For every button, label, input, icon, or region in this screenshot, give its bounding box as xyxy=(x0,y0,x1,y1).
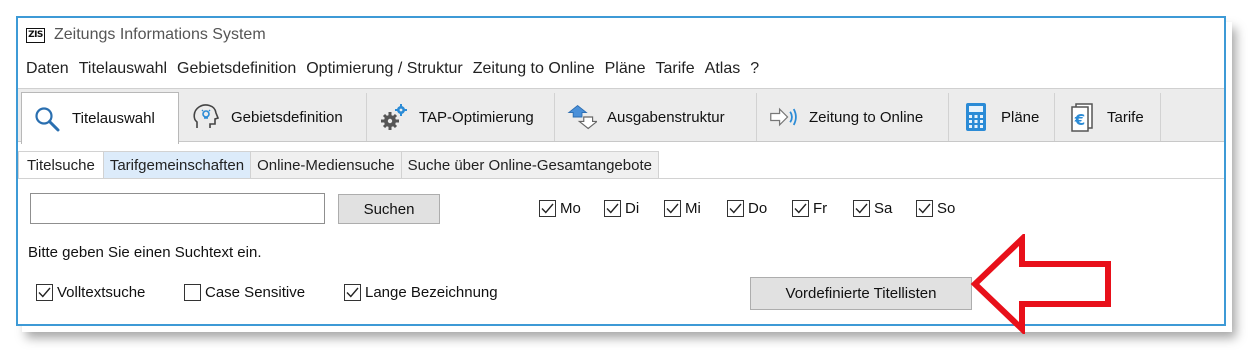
tab-ausgabenstruktur[interactable]: Ausgabenstruktur xyxy=(557,93,757,141)
day-label: Mo xyxy=(560,200,581,217)
svg-text:€: € xyxy=(1074,111,1085,129)
day-checkbox-do[interactable]: Do xyxy=(727,200,767,217)
day-label: Di xyxy=(625,200,640,217)
menu-atlas[interactable]: Atlas xyxy=(705,60,741,78)
checkmark-icon xyxy=(604,200,621,217)
tab-label: TAP-Optimierung xyxy=(419,108,534,126)
empty-checkbox xyxy=(184,284,201,301)
option-volltextsuche[interactable]: Volltextsuche xyxy=(36,284,145,301)
checkmark-icon xyxy=(916,200,933,217)
menu-gebietsdefinition[interactable]: Gebietsdefinition xyxy=(177,60,296,78)
tab-label: Tarife xyxy=(1107,108,1144,126)
menu-plaene[interactable]: Pläne xyxy=(605,60,646,78)
content-divider xyxy=(18,178,1224,179)
menu-bar: Daten Titelauswahl Gebietsdefinition Opt… xyxy=(18,56,1224,82)
tab-zeitung-to-online[interactable]: Zeitung to Online xyxy=(759,93,949,141)
day-checkbox-so[interactable]: So xyxy=(916,200,955,217)
gears-icon xyxy=(379,102,409,132)
checkmark-icon xyxy=(792,200,809,217)
option-label: Case Sensitive xyxy=(205,284,306,301)
tab-label: Ausgabenstruktur xyxy=(607,108,725,126)
structure-arrows-icon xyxy=(567,102,597,132)
tab-gebietsdefinition[interactable]: Gebietsdefinition xyxy=(181,93,367,141)
sub-tab-bar: Titelsuche Tarifgemeinschaften Online-Me… xyxy=(18,151,659,179)
menu-help[interactable]: ? xyxy=(750,60,759,78)
checkmark-icon xyxy=(539,200,556,217)
search-input[interactable] xyxy=(30,193,325,224)
search-hint: Bitte geben Sie einen Suchtext ein. xyxy=(28,244,262,261)
main-toolbar: Titelauswahl Gebietsdefinition TAP-Optim… xyxy=(18,88,1224,144)
option-case-sensitive[interactable]: Case Sensitive xyxy=(184,284,305,301)
calculator-icon xyxy=(961,102,991,132)
tab-label: Gebietsdefinition xyxy=(231,108,343,126)
subtab-online-gesamtangebote[interactable]: Suche über Online-Gesamtangebote xyxy=(401,151,659,179)
checkmark-icon xyxy=(36,284,53,301)
tab-label: Zeitung to Online xyxy=(809,108,924,126)
red-arrow-annotation xyxy=(970,234,1111,334)
subtab-online-mediensuche[interactable]: Online-Mediensuche xyxy=(251,151,402,179)
day-checkbox-fr[interactable]: Fr xyxy=(792,200,827,217)
tab-tap-optimierung[interactable]: TAP-Optimierung xyxy=(369,93,555,141)
arrow-signal-icon xyxy=(769,102,799,132)
checkmark-icon xyxy=(664,200,681,217)
menu-zeitung-to-online[interactable]: Zeitung to Online xyxy=(473,60,595,78)
menu-titelauswahl[interactable]: Titelauswahl xyxy=(79,60,167,78)
euro-icon: € xyxy=(1067,102,1097,132)
day-label: Mi xyxy=(685,200,701,217)
tab-plaene[interactable]: Pläne xyxy=(951,93,1055,141)
day-checkbox-di[interactable]: Di xyxy=(604,200,639,217)
predefined-title-lists-button[interactable]: Vordefinierte Titellisten xyxy=(750,277,972,310)
title-bar: ZIS Zeitungs Informations System xyxy=(18,18,1224,52)
checkmark-icon xyxy=(853,200,870,217)
subtab-tarifgemeinschaften[interactable]: Tarifgemeinschaften xyxy=(103,151,252,179)
day-label: Sa xyxy=(874,200,893,217)
search-button[interactable]: Suchen xyxy=(338,194,440,224)
menu-optimierung-struktur[interactable]: Optimierung / Struktur xyxy=(306,60,463,78)
menu-tarife[interactable]: Tarife xyxy=(656,60,695,78)
day-checkbox-mo[interactable]: Mo xyxy=(539,200,581,217)
tab-label: Titelauswahl xyxy=(72,110,155,127)
option-lange-bezeichnung[interactable]: Lange Bezeichnung xyxy=(344,284,498,301)
day-label: So xyxy=(937,200,956,217)
subtab-titelsuche[interactable]: Titelsuche xyxy=(18,151,104,179)
menu-daten[interactable]: Daten xyxy=(26,60,69,78)
day-checkbox-sa[interactable]: Sa xyxy=(853,200,892,217)
day-checkbox-mi[interactable]: Mi xyxy=(664,200,701,217)
day-label: Do xyxy=(748,200,768,217)
day-label: Fr xyxy=(813,200,828,217)
checkmark-icon xyxy=(727,200,744,217)
option-label: Volltextsuche xyxy=(57,284,146,301)
window-title: Zeitungs Informations System xyxy=(54,26,266,43)
checkmark-icon xyxy=(344,284,361,301)
tab-label: Pläne xyxy=(1001,108,1040,126)
option-label: Lange Bezeichnung xyxy=(365,284,498,301)
tab-tarife[interactable]: € Tarife xyxy=(1057,93,1161,141)
head-map-icon xyxy=(191,102,221,132)
magnifier-icon xyxy=(32,104,62,134)
app-logo: ZIS xyxy=(26,27,45,43)
tab-titelauswahl[interactable]: Titelauswahl xyxy=(21,92,179,144)
